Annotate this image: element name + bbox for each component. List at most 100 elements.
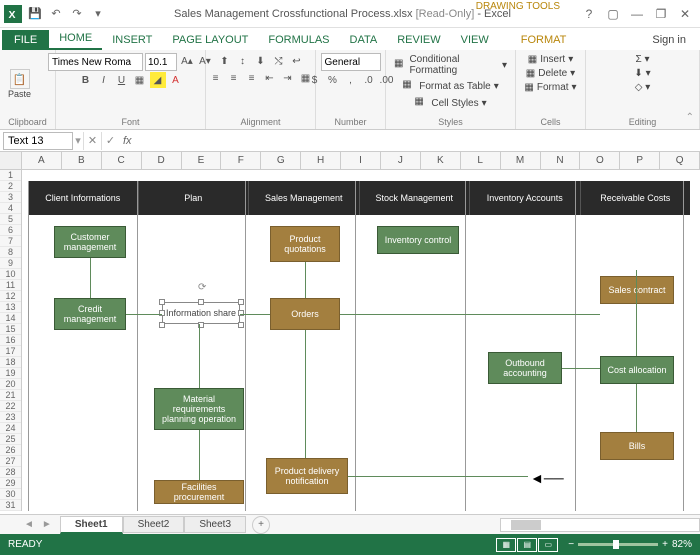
zoom-in-button[interactable]: +	[662, 539, 668, 550]
box-sales-contract[interactable]: Sales contract	[600, 276, 674, 304]
row-header[interactable]: 15	[0, 324, 21, 335]
col-header[interactable]: N	[541, 152, 581, 169]
sheet-nav-next-icon[interactable]: ►	[42, 519, 52, 530]
col-header[interactable]: H	[301, 152, 341, 169]
row-header[interactable]: 29	[0, 478, 21, 489]
fx-icon[interactable]: fx	[119, 135, 136, 147]
border-button[interactable]: ▦	[132, 72, 148, 88]
percent-icon[interactable]: %	[325, 72, 341, 88]
clear-button[interactable]: ◇ ▾	[633, 81, 653, 94]
box-mrp[interactable]: Material requirements planning operation	[154, 388, 244, 430]
box-inventory-control[interactable]: Inventory control	[377, 226, 459, 254]
scrollbar-thumb[interactable]	[511, 520, 541, 530]
format-cells-button[interactable]: ▦ Format ▾	[522, 81, 578, 94]
view-normal-icon[interactable]: ▦	[496, 538, 516, 552]
align-bottom-icon[interactable]: ⬇	[253, 53, 269, 69]
row-header[interactable]: 9	[0, 258, 21, 269]
name-box[interactable]	[3, 132, 73, 150]
qat-dropdown-icon[interactable]: ▾	[89, 5, 107, 23]
select-all-corner[interactable]	[0, 152, 22, 169]
col-header[interactable]: O	[580, 152, 620, 169]
bold-button[interactable]: B	[78, 72, 94, 88]
tab-view[interactable]: VIEW	[451, 30, 499, 50]
box-bills[interactable]: Bills	[600, 432, 674, 460]
indent-increase-icon[interactable]: ⇥	[280, 70, 296, 86]
ribbon-display-icon[interactable]: ▢	[602, 4, 624, 24]
col-header[interactable]: Q	[660, 152, 700, 169]
box-product-quotations[interactable]: Product quotations	[270, 226, 340, 262]
rotation-handle-icon[interactable]: ⟳	[198, 282, 206, 293]
italic-button[interactable]: I	[96, 72, 112, 88]
col-header[interactable]: I	[341, 152, 381, 169]
autosum-button[interactable]: Σ ▾	[634, 53, 652, 66]
tab-formulas[interactable]: FORMULAS	[258, 30, 339, 50]
zoom-out-button[interactable]: −	[568, 539, 574, 550]
row-header[interactable]: 3	[0, 192, 21, 203]
format-as-table-button[interactable]: ▦Format as Table ▾	[400, 78, 501, 94]
row-header[interactable]: 6	[0, 225, 21, 236]
font-name-input[interactable]	[48, 53, 143, 71]
close-icon[interactable]: ✕	[674, 4, 696, 24]
row-header[interactable]: 24	[0, 423, 21, 434]
col-header[interactable]: P	[620, 152, 660, 169]
row-header[interactable]: 30	[0, 489, 21, 500]
tab-review[interactable]: REVIEW	[387, 30, 450, 50]
row-header[interactable]: 27	[0, 456, 21, 467]
row-header[interactable]: 28	[0, 467, 21, 478]
row-header[interactable]: 2	[0, 181, 21, 192]
row-header[interactable]: 23	[0, 412, 21, 423]
row-header[interactable]: 5	[0, 214, 21, 225]
increase-font-icon[interactable]: A▴	[179, 53, 195, 69]
row-header[interactable]: 11	[0, 280, 21, 291]
selection-handle[interactable]	[159, 299, 165, 305]
col-header[interactable]: J	[381, 152, 421, 169]
add-sheet-button[interactable]: +	[252, 516, 270, 534]
row-header[interactable]: 8	[0, 247, 21, 258]
cell-styles-button[interactable]: ▦Cell Styles ▾	[412, 95, 488, 111]
col-header[interactable]: E	[182, 152, 222, 169]
col-header[interactable]: L	[461, 152, 501, 169]
box-facilities-procurement[interactable]: Facilities procurement	[154, 480, 244, 504]
fill-color-button[interactable]: ◢	[150, 72, 166, 88]
row-header[interactable]: 7	[0, 236, 21, 247]
sheet-tab-2[interactable]: Sheet2	[123, 516, 185, 533]
indent-decrease-icon[interactable]: ⇤	[262, 70, 278, 86]
col-header[interactable]: C	[102, 152, 142, 169]
sheet-tab-3[interactable]: Sheet3	[184, 516, 246, 533]
help-icon[interactable]: ?	[578, 4, 600, 24]
zoom-slider[interactable]	[578, 543, 658, 546]
row-header[interactable]: 25	[0, 434, 21, 445]
sheet-nav-prev-icon[interactable]: ◄	[24, 519, 34, 530]
row-header[interactable]: 18	[0, 357, 21, 368]
row-header[interactable]: 20	[0, 379, 21, 390]
tab-data[interactable]: DATA	[340, 30, 388, 50]
grid-body[interactable]: 1 2 3 4 5 6 7 8 9 10 11 12 13 14 15 16 1…	[0, 170, 700, 514]
restore-icon[interactable]: ❐	[650, 4, 672, 24]
number-format-input[interactable]	[321, 53, 381, 71]
conditional-formatting-button[interactable]: ▦Conditional Formatting ▾	[392, 53, 509, 77]
selection-handle[interactable]	[159, 322, 165, 328]
box-customer-management[interactable]: Customer management	[54, 226, 126, 258]
selection-handle[interactable]	[159, 310, 165, 316]
col-header[interactable]: K	[421, 152, 461, 169]
col-header[interactable]: D	[142, 152, 182, 169]
col-header[interactable]: F	[221, 152, 261, 169]
box-orders[interactable]: Orders	[270, 298, 340, 330]
underline-button[interactable]: U	[114, 72, 130, 88]
wrap-text-icon[interactable]: ↩	[289, 53, 305, 69]
enter-formula-icon[interactable]: ✓	[101, 132, 119, 150]
fill-button[interactable]: ⬇ ▾	[632, 67, 652, 80]
col-header[interactable]: A	[22, 152, 62, 169]
minimize-icon[interactable]: —	[626, 4, 648, 24]
box-product-delivery[interactable]: Product delivery notification	[266, 458, 348, 494]
box-outbound-accounting[interactable]: Outbound accounting	[488, 352, 562, 384]
zoom-slider-thumb[interactable]	[613, 540, 619, 549]
save-icon[interactable]: 💾	[26, 5, 44, 23]
row-header[interactable]: 26	[0, 445, 21, 456]
cell-canvas[interactable]: Client Informations Plan Sales Managemen…	[22, 170, 700, 514]
increase-decimal-icon[interactable]: .0	[361, 72, 377, 88]
row-header[interactable]: 12	[0, 291, 21, 302]
tab-file[interactable]: FILE	[2, 30, 49, 50]
currency-icon[interactable]: $	[307, 72, 323, 88]
font-color-button[interactable]: A	[168, 72, 184, 88]
